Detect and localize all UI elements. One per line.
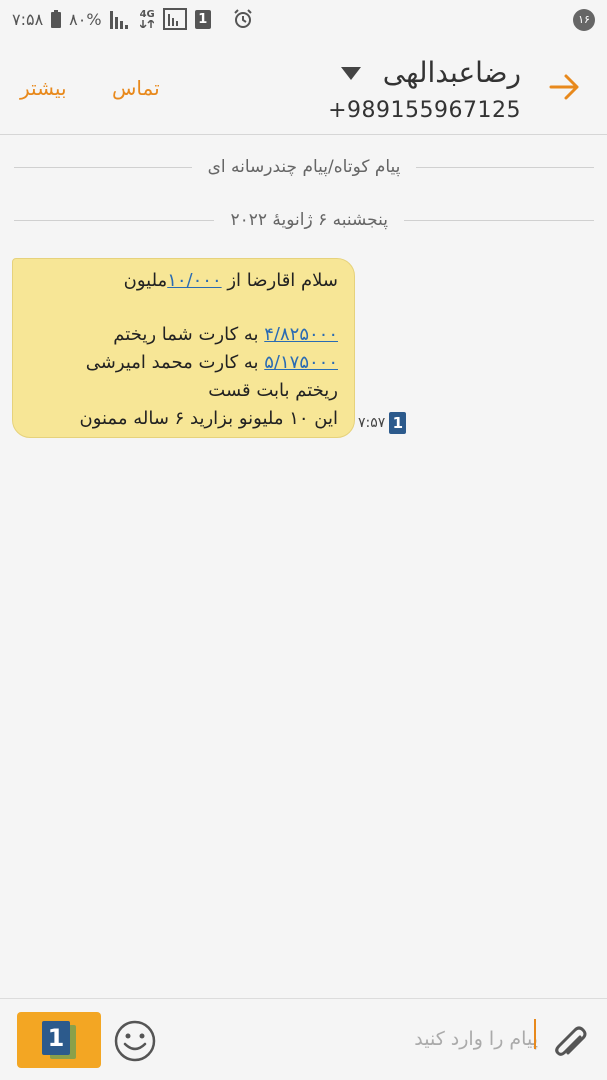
divider-line xyxy=(404,219,594,221)
sim-card-icon: 1 xyxy=(389,412,407,434)
message-type-label: پیام کوتاه/پیام چندرسانه ای xyxy=(207,157,401,177)
sim-card-front: 1 xyxy=(42,1021,70,1055)
composer-bar: 1 xyxy=(0,998,607,1080)
send-button[interactable]: 1 xyxy=(17,1012,101,1068)
status-bar: ۷:۵۸ ۸۰% 4G 1 ۱۶ xyxy=(0,0,607,40)
amount-link[interactable]: ۱۰/۰۰۰ xyxy=(167,270,221,291)
message-time: ۷:۵۷ xyxy=(358,415,386,431)
message-line: ۵/۱۷۵۰۰۰ به کارت محمد امیرشی xyxy=(85,352,338,373)
divider-line xyxy=(14,166,192,168)
status-left: ۷:۵۸ ۸۰% 4G 1 xyxy=(12,8,253,30)
sim-card-icon: 1 xyxy=(42,1021,76,1059)
sim-slot-icon: 1 xyxy=(194,9,211,29)
message-line: این ۱۰ ملیونو بزارید ۶ ساله ممنون xyxy=(79,408,338,429)
contact-phone-number: +989155967125 xyxy=(328,98,521,123)
amount-link[interactable]: ۵/۱۷۵۰۰۰ xyxy=(264,352,338,373)
message-input[interactable] xyxy=(172,1017,538,1061)
notification-count: ۱۶ xyxy=(573,9,595,31)
contact-name[interactable]: رضاعبدالهی xyxy=(383,56,521,89)
battery-icon xyxy=(51,10,62,28)
divider-line xyxy=(14,219,215,221)
date-divider: پنجشنبه ۶ ژانویهٔ ۲۰۲۲ xyxy=(14,208,594,232)
message-line: ۴/۸۲۵۰۰۰ به کارت شما ریختم xyxy=(113,324,338,345)
amount-link[interactable]: ۴/۸۲۵۰۰۰ xyxy=(264,324,338,345)
alarm-icon xyxy=(233,9,253,29)
signal-box-icon xyxy=(162,8,187,30)
back-button[interactable] xyxy=(547,72,583,102)
emoji-button[interactable] xyxy=(113,1019,157,1063)
message-bubble[interactable]: سلام اقارضا از ۱۰/۰۰۰ملیون ۴/۸۲۵۰۰۰ به ک… xyxy=(12,258,355,438)
text-cursor xyxy=(534,1019,536,1049)
caret-down-icon[interactable] xyxy=(341,67,361,80)
attach-button[interactable] xyxy=(548,1019,590,1061)
message-line: ریختم بابت قست xyxy=(208,380,338,401)
battery-percent: ۸۰% xyxy=(69,9,102,29)
clock: ۷:۵۸ xyxy=(12,9,44,29)
message-type-divider: پیام کوتاه/پیام چندرسانه ای xyxy=(14,155,594,179)
signal-icon xyxy=(109,9,132,29)
divider-line xyxy=(416,166,594,168)
conversation-header: رضاعبدالهی +989155967125 تماس بیشتر xyxy=(0,40,607,135)
date-label: پنجشنبه ۶ ژانویهٔ ۲۰۲۲ xyxy=(230,210,388,230)
call-button[interactable]: تماس xyxy=(112,76,160,100)
message-line: سلام اقارضا از ۱۰/۰۰۰ملیون xyxy=(123,270,338,291)
smiley-icon xyxy=(114,1020,156,1062)
network-type: 4G xyxy=(140,10,155,28)
status-right: ۱۶ xyxy=(573,8,595,31)
more-button[interactable]: بیشتر xyxy=(20,76,67,100)
arrow-right-icon xyxy=(549,74,579,100)
paperclip-icon xyxy=(555,1026,587,1056)
message-meta: ۷:۵۷ 1 xyxy=(358,412,407,434)
